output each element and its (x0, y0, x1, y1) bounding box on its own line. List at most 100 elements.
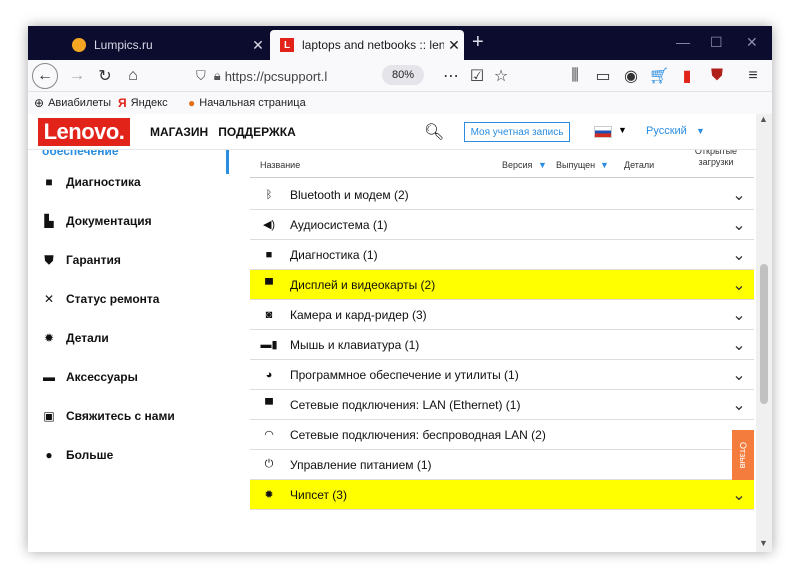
sidebar-item-more[interactable]: ● Больше (42, 443, 113, 467)
chevron-down-icon[interactable]: ▼ (538, 160, 547, 170)
row-label: Чипсет (3) (290, 487, 347, 502)
row-label: Дисплей и видеокарты (2) (290, 277, 436, 292)
row-label: Диагностика (1) (290, 247, 378, 262)
row-label: Аудиосистема (1) (290, 217, 388, 232)
table-row[interactable]: ■ Диагностика (1) ⌄ (250, 240, 754, 270)
sidebar-item-diagnostics[interactable]: ■ Диагностика (42, 170, 140, 194)
gear-icon: ✹ (43, 331, 55, 345)
ublock-icon[interactable]: ⛊ (704, 64, 730, 88)
table-row[interactable]: ▀ Дисплей и видеокарты (2) ⌄ (250, 270, 754, 300)
column-version[interactable]: Версия (502, 160, 532, 170)
table-row[interactable]: ⏻Управление питанием (1)⌄ (250, 450, 754, 480)
table-row[interactable]: ✹ Чипсет (3) ⌄ (250, 480, 754, 510)
navigation-bar: ← → ↻ ⌂ ⛉ 🔒︎ https://pcsupport.l 80% ⋯ ☑… (28, 60, 772, 92)
bookmarks-bar: ⊕ Авиабилеты Я Яндекс ● Начальная страни… (28, 92, 772, 114)
camera-icon: ◙ (265, 308, 273, 321)
close-tab-icon[interactable]: ✕ (248, 37, 268, 54)
sidebar-item-accessories[interactable]: ▬ Аксессуары (42, 365, 138, 389)
chevron-down-icon[interactable]: ⌄ (724, 245, 754, 265)
bookmark-flag-icon[interactable]: ▮ (674, 64, 700, 88)
pocket-icon[interactable]: ☑ (464, 64, 490, 88)
sidebar-item-label: Документация (66, 214, 152, 228)
zoom-level[interactable]: 80% (382, 65, 424, 85)
sidebar-item-label: Свяжитесь с нами (66, 409, 175, 423)
close-window-button[interactable]: ✕ (746, 34, 758, 51)
tab-lenovo[interactable]: L laptops and netbooks :: lenovo ✕ (270, 30, 464, 60)
home-icon[interactable]: ⌂ (120, 64, 146, 88)
feedback-tab[interactable]: Отзыв (732, 430, 754, 480)
column-released[interactable]: Выпущен (556, 160, 595, 170)
table-row[interactable]: ◀) Аудиосистема (1) ⌄ (250, 210, 754, 240)
scroll-down-icon[interactable]: ▼ (759, 538, 768, 548)
russia-flag-icon[interactable] (594, 126, 612, 138)
nav-store[interactable]: МАГАЗИН (150, 125, 208, 139)
search-icon[interactable]: 🔍︎ (424, 122, 444, 142)
chevron-down-icon[interactable]: ▼ (618, 125, 627, 135)
table-row[interactable]: ◕ Программное обеспечение и утилиты (1) ⌄ (250, 360, 754, 390)
table-row[interactable]: ◙ Камера и кард-ридер (3) ⌄ (250, 300, 754, 330)
chevron-down-icon[interactable]: ▼ (600, 160, 609, 170)
account-icon[interactable]: ◉ (618, 64, 644, 88)
yandex-icon: Я (118, 96, 127, 110)
chevron-down-icon[interactable]: ⌄ (724, 215, 754, 235)
software-icon: ◕ (265, 368, 273, 381)
sidebar-toggle-icon[interactable]: ▭ (590, 64, 616, 88)
sidebar-item-contact[interactable]: ▣ Свяжитесь с нами (42, 404, 175, 428)
chevron-down-icon[interactable]: ⌄ (724, 395, 754, 415)
contact-card-icon: ▣ (43, 409, 55, 423)
chevron-down-icon[interactable]: ⌄ (724, 485, 754, 505)
table-row[interactable]: ▬▮ Мышь и клавиатура (1) ⌄ (250, 330, 754, 360)
chevron-down-icon[interactable]: ▼ (696, 126, 705, 136)
table-row[interactable]: ◠ Сетевые подключения: беспроводная LAN (… (250, 420, 754, 450)
reload-button[interactable]: ↻ (92, 64, 118, 88)
power-icon: ⏻ (264, 458, 274, 470)
back-button[interactable]: ← (32, 63, 58, 89)
shield-icon[interactable]: ⛉ (196, 68, 206, 84)
close-tab-icon[interactable]: ✕ (444, 37, 464, 54)
row-label: Bluetooth и модем (2) (290, 187, 409, 202)
row-label: Программное обеспечение и утилиты (1) (290, 367, 519, 382)
chevron-down-icon[interactable]: ⌄ (724, 305, 754, 325)
menu-icon[interactable]: ≡ (740, 64, 766, 88)
chevron-down-icon[interactable]: ⌄ (724, 185, 754, 205)
tab-lumpics[interactable]: Lumpics.ru ✕ (62, 30, 268, 60)
bookmark-aviabilety[interactable]: ⊕ Авиабилеты (34, 96, 111, 110)
table-row[interactable]: ▀ Сетевые подключения: LAN (Ethernet) (1)… (250, 390, 754, 420)
briefcase-icon: ■ (45, 175, 53, 189)
chevron-down-icon[interactable]: ⌄ (724, 365, 754, 385)
minimize-button[interactable]: — (676, 34, 690, 50)
new-tab-button[interactable]: + (472, 31, 484, 54)
sidebar-item-documentation[interactable]: ▙ Документация (42, 209, 152, 233)
scroll-up-icon[interactable]: ▲ (759, 114, 768, 124)
scrollbar-thumb[interactable] (760, 264, 768, 404)
library-icon[interactable]: ⫼ (562, 64, 588, 88)
maximize-button[interactable]: ☐ (710, 34, 723, 51)
bookmark-start-page[interactable]: ● Начальная страница (188, 96, 306, 110)
chevron-down-icon[interactable]: ⌄ (724, 335, 754, 355)
account-button[interactable]: Моя учетная запись (464, 122, 570, 142)
nav-support[interactable]: ПОДДЕРЖКА (218, 125, 296, 139)
scrollbar[interactable]: ▲ ▼ (756, 114, 772, 552)
sidebar: обеспечение ■ Диагностика ▙ Документация ⛊… (28, 144, 234, 552)
briefcase-icon: ■ (265, 248, 273, 261)
bookmark-yandex[interactable]: Я Яндекс (118, 96, 168, 110)
cart-icon[interactable]: 🛒︎ (646, 64, 672, 88)
web-page: Lenovo. МАГАЗИН ПОДДЕРЖКА 🔍︎ Моя учетная… (28, 114, 772, 552)
bookmark-star-icon[interactable]: ☆ (488, 64, 514, 88)
sidebar-item-label: Гарантия (66, 253, 121, 267)
page-actions-icon[interactable]: ⋯ (438, 64, 464, 88)
table-row[interactable]: ᛒ Bluetooth и модем (2) ⌄ (250, 180, 754, 210)
row-label: Мышь и клавиатура (1) (290, 337, 420, 352)
lenovo-logo[interactable]: Lenovo. (38, 117, 130, 146)
column-name[interactable]: Название (260, 160, 300, 170)
chevron-down-icon[interactable]: ⌄ (724, 275, 754, 295)
bookmark-label: Авиабилеты (48, 97, 112, 109)
language-select[interactable]: Русский (646, 125, 687, 137)
firefox-icon: ● (188, 96, 196, 110)
forward-button[interactable]: → (64, 64, 90, 88)
mouse-icon: ▬▮ (260, 339, 278, 351)
sidebar-item-parts[interactable]: ✹ Детали (42, 326, 109, 350)
sidebar-item-warranty[interactable]: ⛊ Гарантия (42, 248, 121, 272)
lumpics-favicon-icon (72, 38, 86, 52)
sidebar-item-repair-status[interactable]: ✕ Статус ремонта (42, 287, 160, 311)
